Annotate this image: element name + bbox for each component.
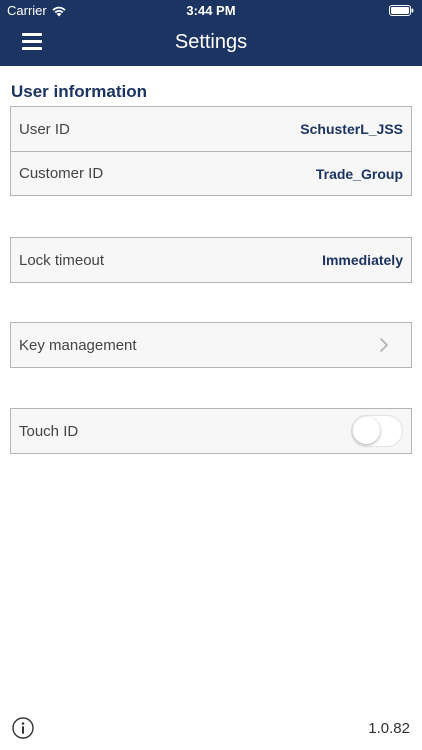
touch-id-group: Touch ID: [10, 408, 412, 454]
battery-icon: [389, 5, 414, 16]
user-id-label: User ID: [19, 120, 70, 138]
customer-id-value: Trade_Group: [315, 165, 403, 182]
chevron-right-icon: [380, 338, 388, 352]
lock-timeout-value: Immediately: [322, 252, 403, 268]
lock-timeout-label: Lock timeout: [19, 251, 105, 269]
lock-timeout-group: Lock timeout Immediately: [10, 237, 412, 283]
page-title: Settings: [174, 31, 248, 53]
user-id-value: SchusterL_JSS: [300, 121, 403, 137]
touch-id-row: Touch ID: [11, 409, 411, 453]
key-management-label: Key management: [19, 336, 137, 354]
user-information-group: User ID SchusterL_JSS Customer ID Trade_…: [10, 106, 412, 196]
lock-timeout-row[interactable]: Lock timeout Immediately: [11, 238, 411, 282]
touch-id-label: Touch ID: [19, 422, 79, 440]
status-bar: Carrier 3:44 PM: [0, 0, 422, 22]
customer-id-label: Customer ID: [19, 165, 104, 182]
toggle-knob: [353, 417, 380, 444]
app-header: Carrier 3:44 PM Settings: [0, 0, 422, 66]
key-management-group: Key management: [10, 322, 412, 368]
user-id-row: User ID SchusterL_JSS: [11, 107, 411, 151]
info-icon[interactable]: [12, 717, 34, 739]
section-title-user-information: User information: [11, 82, 148, 101]
touch-id-toggle[interactable]: [351, 415, 403, 447]
customer-id-row: Customer ID Trade_Group: [11, 151, 411, 195]
status-time: 3:44 PM: [186, 3, 236, 18]
key-management-row[interactable]: Key management: [11, 323, 411, 367]
app-version: 1.0.82: [368, 720, 410, 737]
